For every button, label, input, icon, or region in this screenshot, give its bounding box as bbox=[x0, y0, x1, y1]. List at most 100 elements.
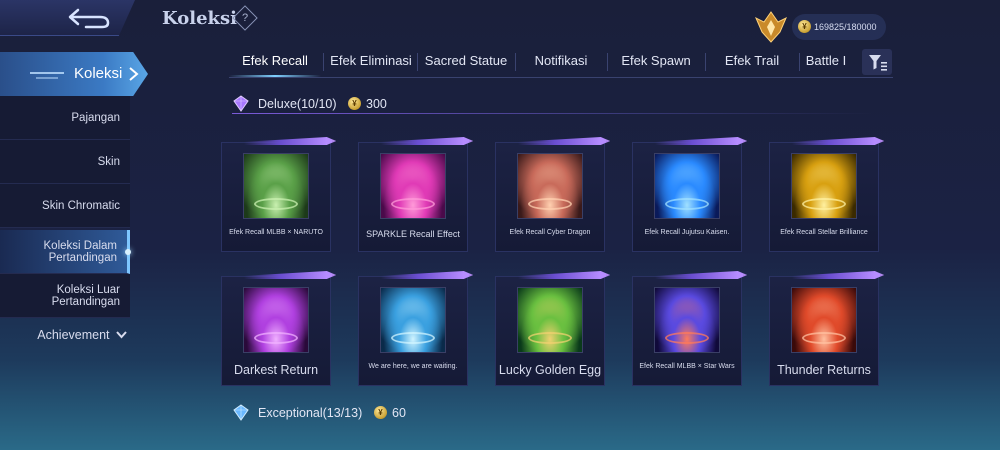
sidebar-item-skin[interactable]: Skin bbox=[0, 140, 130, 184]
deluxe-ribbon bbox=[244, 137, 336, 145]
collection-item-card[interactable]: Efek Recall MLBB × NARUTO bbox=[221, 137, 336, 252]
help-glyph: ? bbox=[241, 12, 249, 24]
decor-streak bbox=[30, 72, 64, 74]
collection-item-card[interactable]: SPARKLE Recall Effect bbox=[358, 137, 473, 252]
collection-item-card[interactable]: Darkest Return bbox=[221, 271, 336, 386]
sidebar-item-label: Pajangan bbox=[71, 111, 120, 124]
effect-thumbnail bbox=[517, 287, 583, 353]
collection-item-card[interactable]: Lucky Golden Egg bbox=[495, 271, 610, 386]
sidebar-item-label: Skin Chromatic bbox=[42, 199, 120, 212]
tab-notifikasi[interactable]: Notifikasi bbox=[517, 47, 605, 77]
effect-glow-ring bbox=[802, 332, 846, 344]
coin-icon: ¥ bbox=[374, 406, 387, 419]
ribbon-tip bbox=[604, 271, 610, 279]
collection-item-card[interactable]: We are here, we are waiting. bbox=[358, 271, 473, 386]
effect-glow-ring bbox=[254, 198, 298, 210]
deluxe-ribbon bbox=[381, 271, 473, 279]
back-arrow-icon bbox=[68, 8, 110, 29]
deluxe-ribbon bbox=[655, 137, 747, 145]
item-caption: Darkest Return bbox=[233, 363, 319, 377]
effect-glow-ring bbox=[665, 332, 709, 344]
effect-thumbnail bbox=[654, 153, 720, 219]
ribbon-tip bbox=[878, 271, 884, 279]
sidebar-item-label: Pertandingan bbox=[51, 295, 120, 308]
exceptional-gem-icon bbox=[233, 404, 249, 421]
decor-streak bbox=[36, 77, 58, 79]
active-indicator bbox=[125, 249, 131, 255]
ribbon-tip bbox=[330, 137, 336, 145]
deluxe-ribbon bbox=[244, 271, 336, 279]
tab-separator bbox=[799, 53, 800, 71]
tab-separator bbox=[515, 53, 516, 71]
chevron-down-icon bbox=[116, 331, 127, 339]
effect-glow-ring bbox=[254, 332, 298, 344]
sidebar-item-koleksi-dalam-pertandingan[interactable]: Koleksi Dalam Pertandingan bbox=[0, 230, 131, 274]
sidebar: Koleksi Pajangan Skin Skin Chromatic Kol… bbox=[0, 40, 148, 450]
sidebar-main-label: Koleksi bbox=[74, 65, 123, 82]
effect-glow-ring bbox=[665, 198, 709, 210]
back-button[interactable] bbox=[0, 0, 135, 36]
deluxe-ribbon bbox=[655, 271, 747, 279]
filter-icon bbox=[869, 55, 887, 71]
effect-thumbnail bbox=[517, 153, 583, 219]
sidebar-item-achievement[interactable]: Achievement bbox=[0, 328, 135, 352]
section-coin-value: 300 bbox=[366, 97, 387, 111]
effect-thumbnail bbox=[243, 153, 309, 219]
item-caption: Efek Recall MLBB × Star Wars bbox=[639, 363, 735, 370]
collection-item-card[interactable]: Efek Recall Cyber Dragon bbox=[495, 137, 610, 252]
category-tabs: Efek Recall Efek Eliminasi Sacred Statue… bbox=[229, 47, 893, 79]
tab-battle[interactable]: Battle I bbox=[801, 47, 851, 77]
effect-thumbnail bbox=[380, 153, 446, 219]
section-coin-value: 60 bbox=[392, 406, 406, 420]
tab-separator bbox=[705, 53, 706, 71]
effect-thumbnail bbox=[654, 287, 720, 353]
sidebar-item-label: Achievement bbox=[37, 328, 110, 342]
tab-separator bbox=[323, 53, 324, 71]
sidebar-item-skin-chromatic[interactable]: Skin Chromatic bbox=[0, 184, 130, 228]
sidebar-item-pajangan[interactable]: Pajangan bbox=[0, 96, 130, 140]
section-name: Deluxe(10/10) bbox=[258, 97, 337, 111]
effect-glow-ring bbox=[528, 198, 572, 210]
ribbon-tip bbox=[330, 271, 336, 279]
section-underline bbox=[232, 113, 872, 114]
effect-thumbnail bbox=[791, 287, 857, 353]
item-caption: Efek Recall MLBB × NARUTO bbox=[229, 229, 323, 236]
collection-item-card[interactable]: Efek Recall Stellar Brilliance bbox=[769, 137, 884, 252]
tab-efek-eliminasi[interactable]: Efek Eliminasi bbox=[325, 47, 417, 77]
effect-thumbnail bbox=[380, 287, 446, 353]
sidebar-item-koleksi-luar-pertandingan[interactable]: Koleksi Luar Pertandingan bbox=[0, 274, 130, 318]
tab-efek-spawn[interactable]: Efek Spawn bbox=[609, 47, 703, 77]
sidebar-item-koleksi[interactable]: Koleksi bbox=[0, 52, 148, 96]
deluxe-ribbon bbox=[792, 137, 884, 145]
item-caption: Efek Recall Stellar Brilliance bbox=[780, 229, 868, 236]
tab-sacred-statue[interactable]: Sacred Statue bbox=[419, 47, 513, 77]
deluxe-ribbon bbox=[792, 271, 884, 279]
deluxe-ribbon bbox=[518, 271, 610, 279]
section-name: Exceptional(13/13) bbox=[258, 406, 363, 420]
ribbon-tip bbox=[741, 137, 747, 145]
ribbon-tip bbox=[604, 137, 610, 145]
chevron-right-icon bbox=[129, 67, 139, 81]
item-caption: Lucky Golden Egg bbox=[498, 363, 602, 377]
item-caption: Efek Recall Jujutsu Kaisen. bbox=[644, 229, 730, 236]
tab-efek-trail[interactable]: Efek Trail bbox=[707, 47, 797, 77]
section-header-exceptional: Exceptional(13/13) ¥ 60 bbox=[232, 403, 892, 423]
coin-icon: ¥ bbox=[348, 97, 361, 110]
section-header-deluxe: Deluxe(10/10) ¥ 300 bbox=[232, 94, 892, 114]
ribbon-tip bbox=[741, 271, 747, 279]
collection-item-card[interactable]: Thunder Returns bbox=[769, 271, 884, 386]
points-display: ¥ 169825/180000 bbox=[792, 14, 886, 40]
tabs-divider bbox=[229, 77, 893, 78]
points-value: 169825/180000 bbox=[814, 22, 877, 32]
filter-button[interactable] bbox=[862, 49, 892, 75]
tab-separator bbox=[607, 53, 608, 71]
collection-item-card[interactable]: Efek Recall MLBB × Star Wars bbox=[632, 271, 747, 386]
collection-item-card[interactable]: Efek Recall Jujutsu Kaisen. bbox=[632, 137, 747, 252]
deluxe-gem-icon bbox=[233, 95, 249, 112]
effect-thumbnail bbox=[791, 153, 857, 219]
item-caption: We are here, we are waiting. bbox=[368, 363, 458, 370]
sidebar-item-label: Koleksi Luar bbox=[56, 283, 120, 296]
top-bar: Koleksi ? ¥ 169825/180000 bbox=[0, 0, 1000, 43]
tab-efek-recall[interactable]: Efek Recall bbox=[229, 47, 321, 77]
coin-icon: ¥ bbox=[798, 20, 811, 33]
